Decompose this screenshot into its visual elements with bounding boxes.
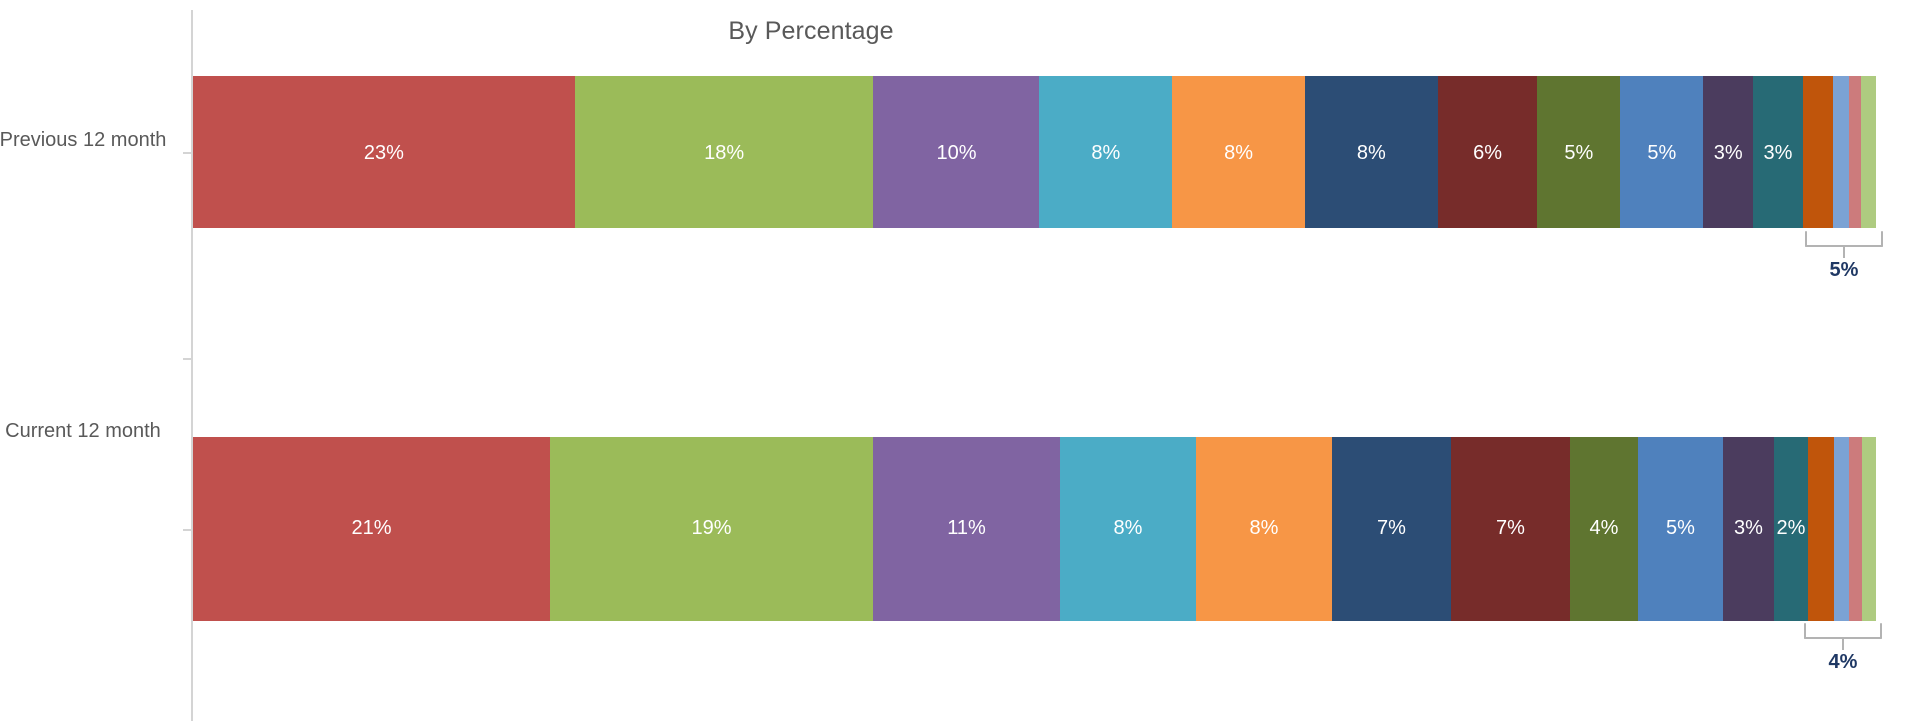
bar-segment[interactable]: 8%	[1039, 76, 1173, 228]
bar-segment-label: 3%	[1763, 141, 1793, 164]
bar-segment[interactable]: 11%	[873, 437, 1060, 621]
bar-segment[interactable]: 7%	[1451, 437, 1570, 621]
bar-segment[interactable]	[1833, 437, 1849, 621]
bar-segment-label: 8%	[1091, 141, 1121, 164]
bar-segment-label: 3%	[1713, 141, 1743, 164]
bar-segment-label: 23%	[363, 141, 404, 164]
bar-segment[interactable]: 5%	[1620, 76, 1704, 228]
bar-row-previous: 23% 18% 10% 8% 8% 8% 6% 5% 5% 3% 3%	[193, 76, 1876, 228]
bar-segment-label: 7%	[1377, 516, 1406, 539]
bar-segment[interactable]: 7%	[1332, 437, 1451, 621]
bar-segment[interactable]: 10%	[873, 76, 1040, 228]
tail-bracket-label-previous: 5%	[1829, 259, 1859, 281]
bar-segment-label: 10%	[936, 141, 977, 164]
bar-segment[interactable]	[1832, 76, 1850, 228]
bracket-stem	[1842, 638, 1844, 650]
bar-segment[interactable]: 6%	[1437, 76, 1538, 228]
bar-segment-label: 4%	[1589, 516, 1619, 539]
category-label-current: Current 12 month	[5, 420, 161, 442]
bar-segment[interactable]: 3%	[1753, 76, 1803, 228]
bar-segment-label: 5%	[1647, 141, 1677, 164]
bar-segment-label: 8%	[1356, 141, 1386, 164]
bar-segment-label: 11%	[947, 516, 986, 539]
bar-segment[interactable]: 8%	[1304, 76, 1438, 228]
bar-segment[interactable]: 8%	[1060, 437, 1196, 621]
bar-segment[interactable]	[1802, 76, 1833, 228]
category-label-previous: Previous 12 month	[0, 129, 167, 151]
bar-segment-label: 5%	[1564, 141, 1594, 164]
stacked-bar-chart: By Percentage Previous 12 month Current …	[0, 0, 1917, 724]
bar-segment[interactable]: 2%	[1774, 437, 1808, 621]
tail-bracket-previous: 5%	[1805, 231, 1883, 281]
axis-tick	[183, 358, 192, 360]
bar-segment[interactable]: 18%	[574, 76, 874, 228]
bar-segment-label: 19%	[691, 516, 732, 539]
bar-segment-label: 8%	[1224, 141, 1254, 164]
bar-segment-label: 2%	[1776, 516, 1806, 539]
bar-segment-label: 7%	[1496, 516, 1525, 539]
bar-segment-label: 8%	[1113, 516, 1143, 539]
bar-segment-label: 3%	[1734, 516, 1763, 539]
bar-segment[interactable]: 5%	[1537, 76, 1621, 228]
bar-segment[interactable]	[1808, 437, 1834, 621]
bar-row-current: 21% 19% 11% 8% 8% 7% 7% 4% 5% 3% 2%	[193, 437, 1876, 621]
bar-segment[interactable]	[1848, 437, 1863, 621]
axis-tick	[183, 152, 192, 154]
bar-segment[interactable]: 8%	[1172, 76, 1305, 228]
bracket-shape	[1804, 623, 1882, 650]
bar-segment[interactable]	[1860, 76, 1876, 228]
bar-segment[interactable]: 3%	[1723, 437, 1774, 621]
bar-segment-label: 5%	[1666, 516, 1695, 539]
bracket-stem	[1843, 246, 1845, 258]
bar-segment-label: 21%	[351, 516, 392, 539]
tail-bracket-label-current: 4%	[1828, 651, 1858, 673]
bar-segment[interactable]: 3%	[1703, 76, 1754, 228]
bar-segment-label: 8%	[1249, 516, 1279, 539]
bar-segment[interactable]: 5%	[1638, 437, 1723, 621]
chart-title: By Percentage	[728, 17, 894, 45]
bar-segment[interactable]: 8%	[1196, 437, 1332, 621]
bar-segment[interactable]	[1849, 76, 1861, 228]
axis-tick	[183, 529, 192, 531]
bar-segment[interactable]: 23%	[193, 76, 575, 228]
bar-segment[interactable]: 21%	[193, 437, 550, 621]
bar-segment[interactable]: 4%	[1570, 437, 1638, 621]
bar-segment[interactable]	[1862, 437, 1876, 621]
bracket-shape	[1805, 231, 1883, 258]
bar-segment-label: 6%	[1473, 141, 1502, 164]
bar-segment[interactable]: 19%	[550, 437, 873, 621]
tail-bracket-current: 4%	[1804, 623, 1882, 673]
bar-segment-label: 18%	[704, 141, 745, 164]
